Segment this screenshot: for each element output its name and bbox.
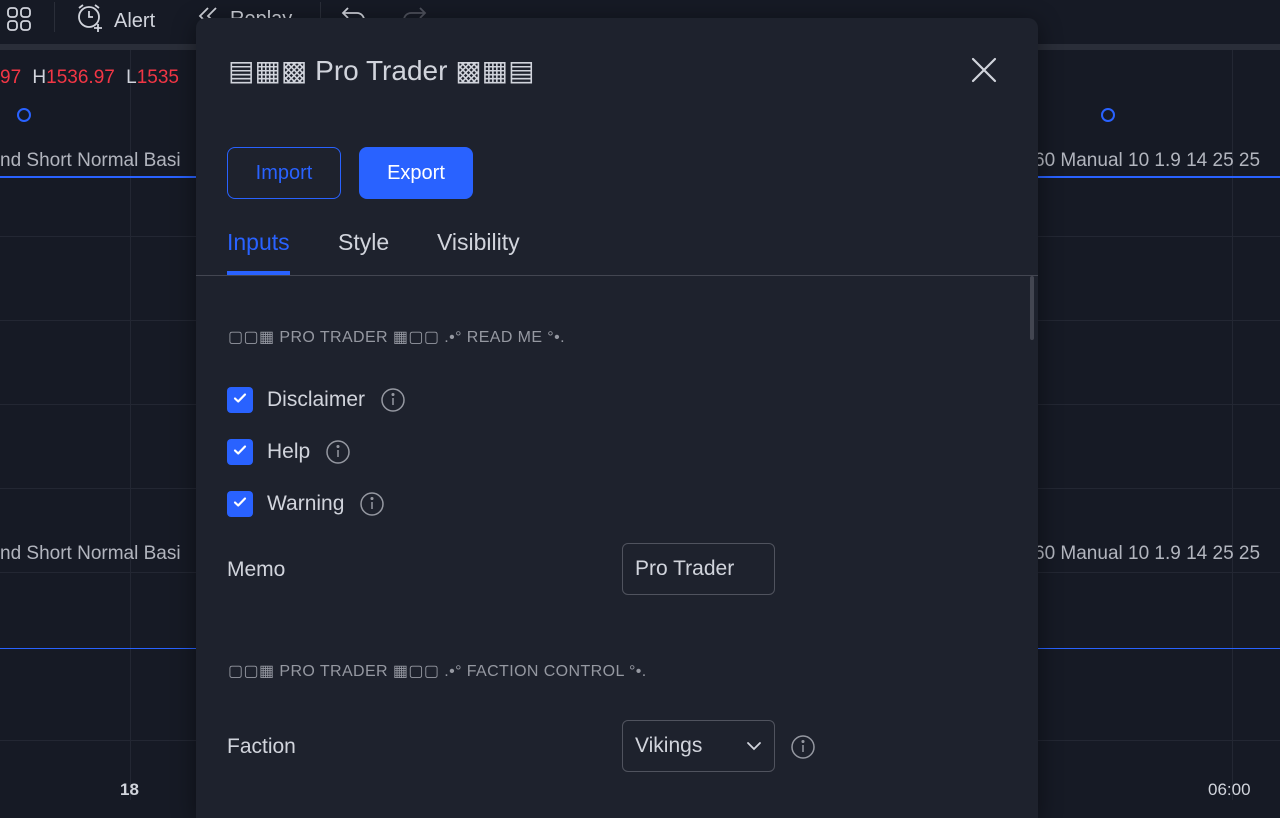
faction-label: Faction — [227, 735, 296, 758]
layout-grid-icon[interactable] — [6, 6, 32, 37]
import-button[interactable]: Import — [227, 147, 341, 199]
section-header-faction: ▢▢▦ PRO TRADER ▦▢▢ .•° FACTION CONTROL °… — [228, 663, 647, 680]
tab-style[interactable]: Style — [338, 222, 389, 274]
close-icon — [968, 57, 1000, 90]
scrollbar[interactable] — [1030, 276, 1036, 818]
toolbar-divider — [54, 2, 55, 32]
indicator-label-right: 60 Manual 10 1.9 14 25 25 — [1034, 150, 1261, 171]
scrollbar-thumb[interactable] — [1030, 276, 1034, 340]
indicator-label-left: nd Short Normal Basi — [0, 543, 181, 564]
checkmark-icon — [232, 442, 248, 463]
checkbox-label: Help — [267, 440, 311, 463]
time-axis-label: 06:00 — [1208, 780, 1251, 799]
tab-inputs[interactable]: Inputs — [227, 222, 290, 275]
info-icon[interactable] — [790, 734, 816, 760]
ohlc-close-value: 97 — [0, 67, 22, 88]
export-button[interactable]: Export — [359, 147, 473, 199]
ohlc-high-value: 1536.97 — [46, 67, 115, 88]
checkbox-row-disclaimer[interactable]: Disclaimer — [227, 386, 406, 414]
indicator-marker — [17, 108, 31, 122]
time-axis-label: 18 — [120, 780, 139, 799]
checkmark-icon — [232, 494, 248, 515]
indicator-label-left: nd Short Normal Basi — [0, 150, 181, 171]
section-header-readme: ▢▢▦ PRO TRADER ▦▢▢ .•° READ ME °•. — [228, 329, 565, 346]
warning-checkbox[interactable] — [227, 491, 253, 517]
checkbox-label: Warning — [267, 492, 345, 515]
ohlc-high-label: H — [32, 67, 47, 88]
disclaimer-checkbox[interactable] — [227, 387, 253, 413]
help-checkbox[interactable] — [227, 439, 253, 465]
ohlc-legend: 97 H1536.97 L1535 — [0, 67, 179, 89]
info-icon[interactable] — [325, 439, 351, 465]
checkbox-label: Disclaimer — [267, 388, 366, 411]
checkbox-row-help[interactable]: Help — [227, 438, 351, 466]
alarm-clock-icon — [74, 2, 106, 40]
indicator-settings-dialog: ▤▦▩ Pro Trader ▩▦▤ Import Export Inputs … — [196, 18, 1038, 818]
faction-select[interactable]: Vikings — [622, 720, 775, 772]
memo-input[interactable] — [622, 543, 775, 595]
alert-label: Alert — [114, 9, 156, 32]
ohlc-low-label: L — [126, 67, 137, 88]
faction-selected-value: Vikings — [635, 734, 703, 757]
ohlc-low-value: 1535 — [136, 67, 179, 88]
indicator-marker — [1101, 108, 1115, 122]
indicator-label-right: 60 Manual 10 1.9 14 25 25 — [1034, 543, 1261, 564]
memo-label: Memo — [227, 558, 286, 581]
info-icon[interactable] — [380, 387, 406, 413]
alert-button[interactable]: Alert — [74, 2, 155, 40]
dialog-title: ▤▦▩ Pro Trader ▩▦▤ — [228, 55, 535, 86]
dialog-tabs: Inputs Style Visibility — [196, 222, 1038, 276]
info-icon[interactable] — [359, 491, 385, 517]
close-button[interactable] — [968, 54, 1000, 86]
checkbox-row-warning[interactable]: Warning — [227, 490, 385, 518]
tab-visibility[interactable]: Visibility — [437, 222, 520, 274]
chevron-down-icon — [744, 736, 764, 756]
checkmark-icon — [232, 390, 248, 411]
